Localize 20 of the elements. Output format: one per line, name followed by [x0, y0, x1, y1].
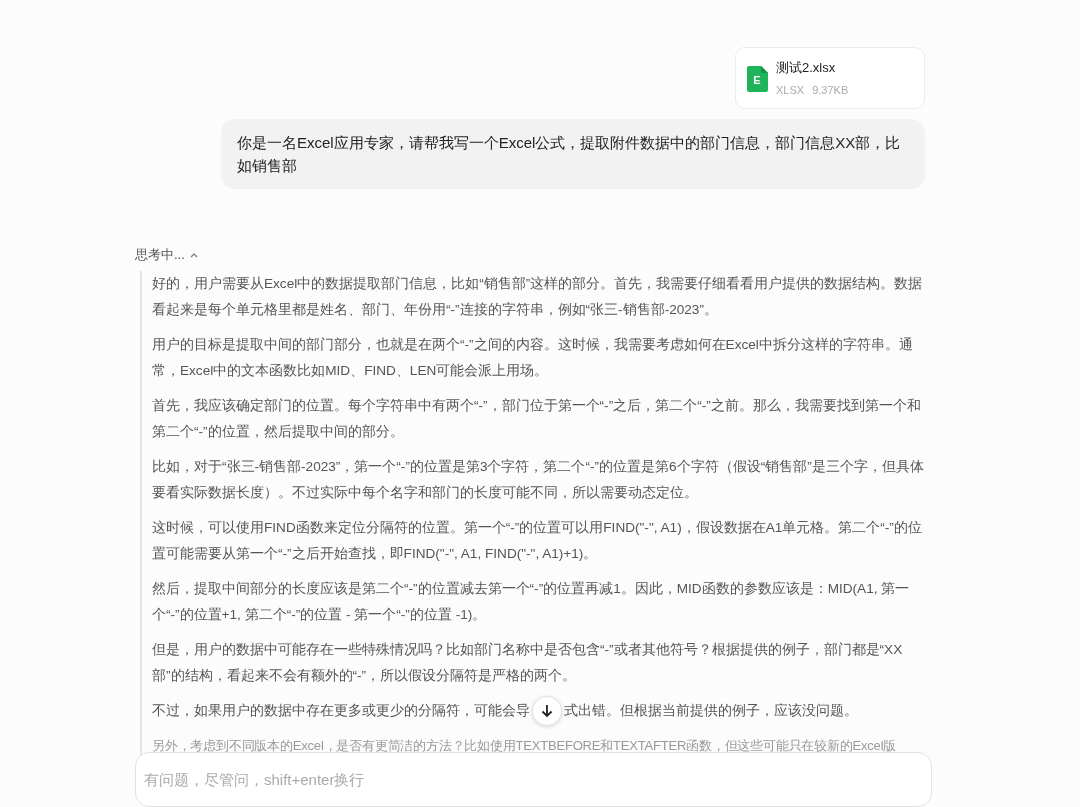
message-input[interactable]: 有问题，尽管问，shift+enter换行	[135, 752, 932, 807]
thinking-paragraph: 用户的目标是提取中间的部门部分，也就是在两个“-”之间的内容。这时候，我需要考虑如何在Excel中拆分这样的字符串。通常，Excel中的文本函数比如MID、FIND、LEN可能会派上用场。	[152, 335, 914, 380]
file-size: 9.37KB	[812, 82, 849, 98]
thinking-paragraph: 不过，如果用户的数据中存在更多或更少的分隔符，可能会导	[152, 701, 530, 720]
thinking-paragraph: 式出错。但根据当前提供的例子，应该没问题。	[564, 701, 858, 720]
thinking-paragraph: 首先，我应该确定部门的位置。每个字符串中有两个“-”，部门位于第一个“-”之后，第二个“-”之前。那么，我需要找到第一个和第二个“-”的位置，然后提取中间的部分。	[152, 396, 922, 441]
file-card[interactable]: E 测试2.xlsx XLSX 9.37KB	[735, 47, 925, 109]
thinking-paragraph: 但是，用户的数据中可能存在一些特殊情况吗？比如部门名称中是否包含“-”或者其他符号？根据提供的例子，部门都是“XX部”的结构，看起来不会有额外的“-”，所以假设分隔符是严格的两个。	[152, 640, 904, 685]
thinking-paragraph: 好的，用户需要从Excel中的数据提取部门信息，比如“销售部”这样的部分。首先，我需要仔细看看用户提供的数据结构。数据看起来是每个单元格里都是姓名、部门、年份用“-”连接的字符串，例如“张三-销售部-2023”。	[152, 274, 924, 319]
file-name: 测试2.xlsx	[776, 59, 837, 77]
file-type: XLSX	[776, 82, 805, 98]
thinking-paragraph: 另外，考虑到不同版本的Excel，是否有更简洁的方法？比如使用TEXTBEFORE和TEXTAFTER函数，但这些可能只在较新的Excel版	[152, 736, 898, 755]
excel-file-icon: E	[746, 66, 768, 92]
user-message: 你是一名Excel应用专家，请帮我写一个Excel公式，提取附件数据中的部门信息，部门信息XX部，比如销售部	[221, 119, 925, 189]
thinking-paragraph: 这时候，可以使用FIND函数来定位分隔符的位置。第一个“-”的位置可以用FIND("-", A1)，假设数据在A1单元格。第二个“-”的位置可能需要从第一个“-”之后开始查找，即FIND("-", A1, FIND("-", A1)+1)。	[152, 518, 923, 563]
thinking-paragraph: 比如，对于“张三-销售部-2023”，第一个“-”的位置是第3个字符，第二个“-”的位置是第6个字符（假设“销售部”是三个字，但具体要看实际数据长度）。不过实际中每个名字和部门的长度可能不同，所以需要动态定位。	[152, 457, 925, 502]
thinking-toggle[interactable]: 思考中...	[135, 245, 199, 265]
scroll-down-button[interactable]	[532, 695, 562, 726]
thinking-paragraph: 然后，提取中间部分的长度应该是第二个“-”的位置减去第一个“-”的位置再减1。因此，MID函数的参数应该是：MID(A1, 第一个“-”的位置+1, 第二个“-”的位置 - 第一个“-”的位置 -1)。	[152, 579, 911, 624]
arrow-down-icon	[540, 703, 554, 718]
